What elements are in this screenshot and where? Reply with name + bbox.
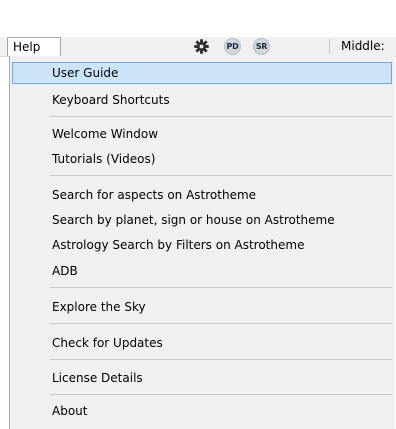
menu-separator [50,175,392,176]
gear-icon[interactable] [193,38,210,55]
menu-item-tutorials-videos[interactable]: Tutorials (Videos) [12,148,392,170]
menu-item-label: Check for Updates [52,336,163,350]
menu-item-license-details[interactable]: License Details [12,367,392,389]
menu-item-search-aspects[interactable]: Search for aspects on Astrotheme [12,184,392,206]
menu-item-astrology-search-filters[interactable]: Astrology Search by Filters on Astrothem… [12,234,392,256]
menu-item-adb[interactable]: ADB [12,260,392,282]
menu-separator [50,287,392,288]
menu-item-label: ADB [52,264,78,278]
menu-separator [50,394,392,395]
menu-item-label: Astrology Search by Filters on Astrothem… [52,238,305,252]
menu-item-label: License Details [52,371,143,385]
menu-separator [50,116,392,117]
sr-badge[interactable]: SR [253,38,270,55]
menu-item-search-planet-sign-house[interactable]: Search by planet, sign or house on Astro… [12,209,392,231]
menu-bar: Help PD SR Middle: [0,37,396,57]
menu-item-label: Search for aspects on Astrotheme [52,188,257,202]
pd-badge-label: PD [226,42,239,51]
menu-item-check-for-updates[interactable]: Check for Updates [12,332,392,354]
middle-label: Middle: [341,39,385,53]
help-dropdown-menu: User Guide Keyboard Shortcuts Welcome Wi… [9,56,395,429]
pd-badge[interactable]: PD [224,38,241,55]
menu-item-about[interactable]: About [12,400,392,422]
sr-badge-label: SR [255,42,268,51]
menu-item-label: User Guide [52,66,119,80]
menu-item-label: Search by planet, sign or house on Astro… [52,213,335,227]
menu-item-user-guide[interactable]: User Guide [12,62,392,84]
menu-item-label: Welcome Window [52,127,159,141]
menu-item-label: Tutorials (Videos) [52,152,156,166]
menu-item-welcome-window[interactable]: Welcome Window [12,123,392,145]
menu-item-explore-the-sky[interactable]: Explore the Sky [12,296,392,318]
help-menu[interactable]: Help [7,37,61,56]
menu-item-label: Keyboard Shortcuts [52,93,170,107]
help-menu-label: Help [13,40,41,54]
menu-item-keyboard-shortcuts[interactable]: Keyboard Shortcuts [12,89,392,111]
menu-item-label: About [52,404,88,418]
toolbar-separator [329,39,330,54]
menu-separator [50,359,392,360]
menu-separator [50,323,392,324]
menu-item-label: Explore the Sky [52,300,146,314]
toolbar-icons: PD SR [193,38,270,55]
